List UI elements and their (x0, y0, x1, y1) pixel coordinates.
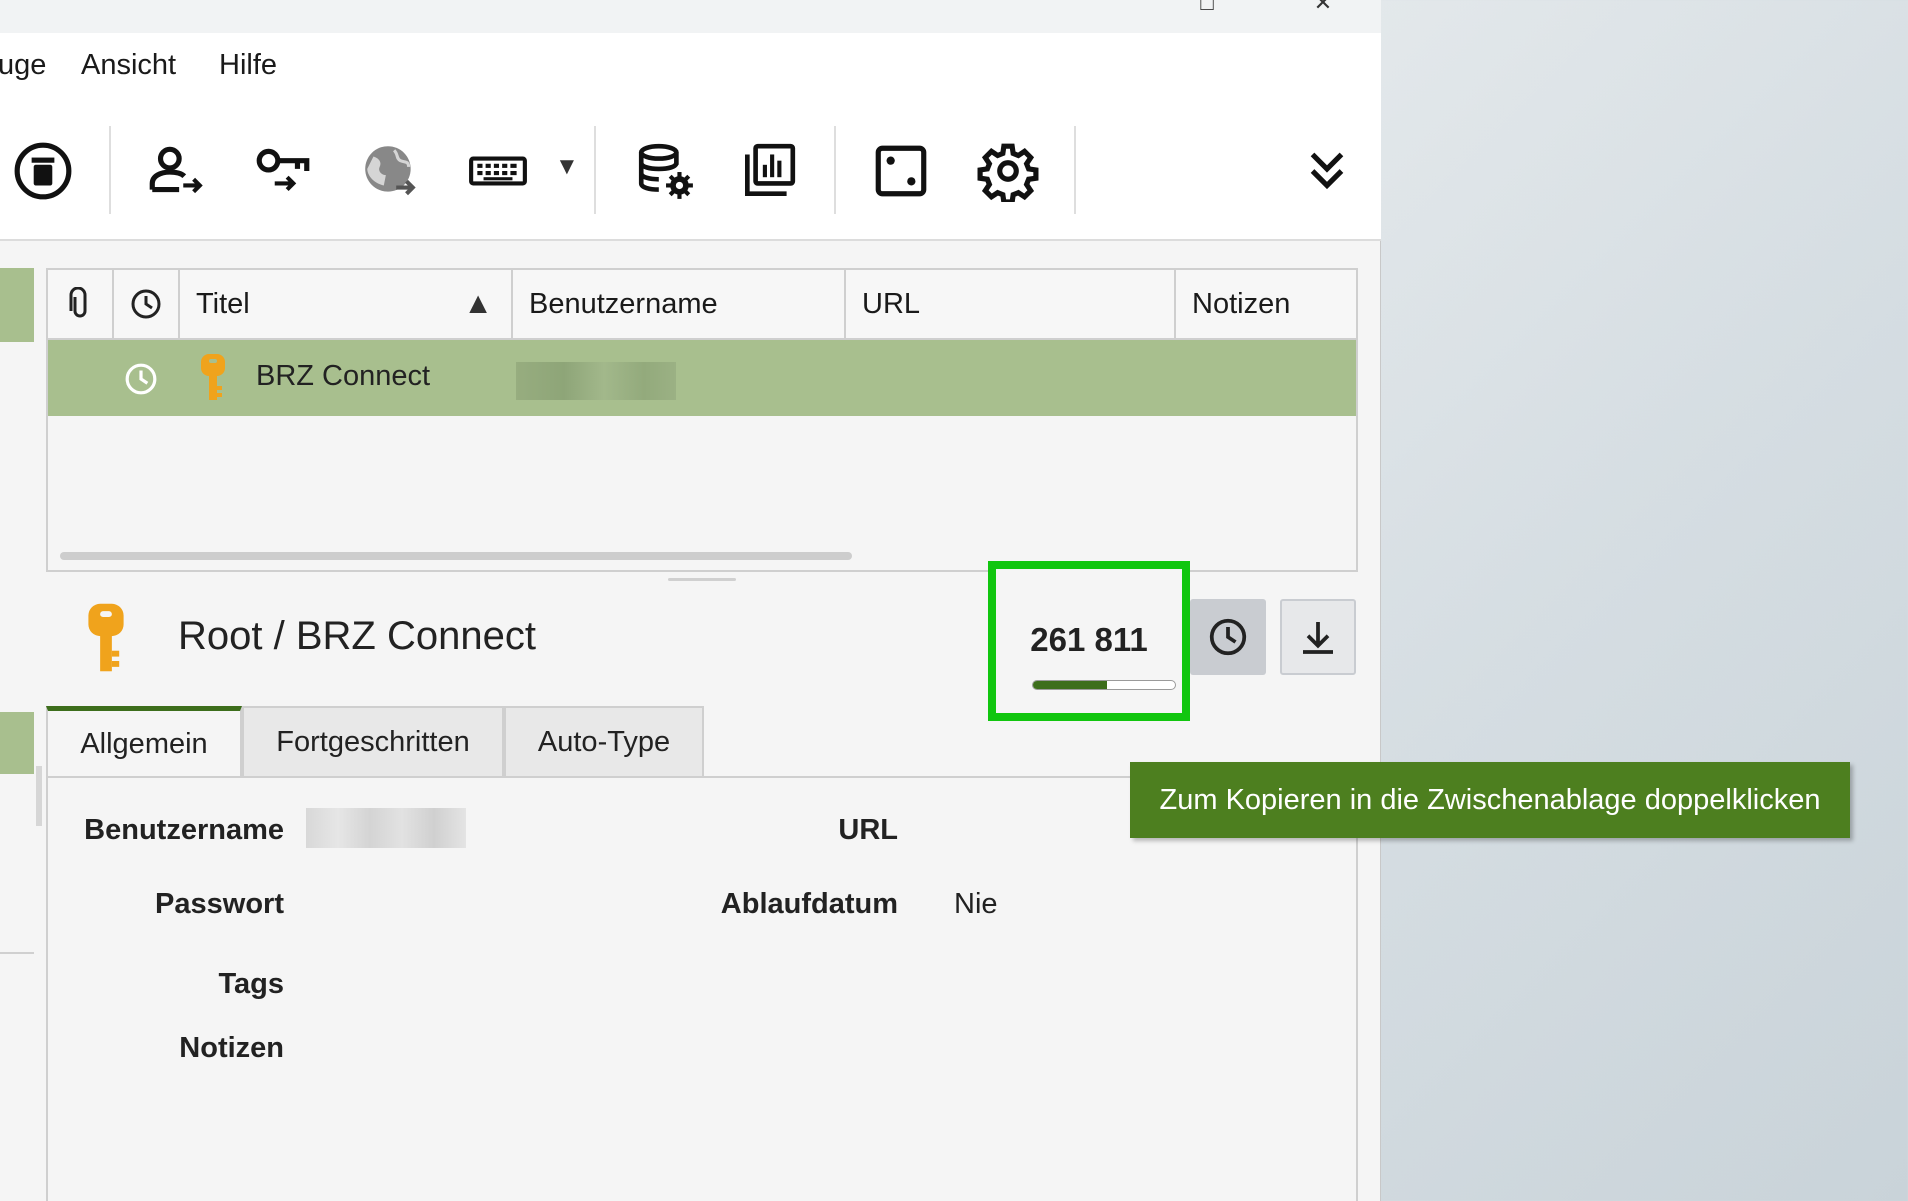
user-arrow-icon (149, 146, 203, 194)
table-header: Titel ▲ Benutzername URL Notizen (48, 270, 1356, 340)
settings-button[interactable] (973, 131, 1043, 211)
toolbar-separator (594, 126, 596, 214)
totp-display[interactable]: 261 811 (988, 561, 1190, 721)
dice-icon (875, 145, 927, 197)
trash-circle-icon (14, 142, 72, 200)
database-gear-icon (638, 143, 693, 199)
url-label: URL (838, 814, 898, 846)
maximize-button[interactable]: □ (1192, 0, 1222, 15)
download-icon (1303, 622, 1333, 654)
expiry-label: Ablaufdatum (720, 888, 898, 920)
close-button[interactable]: ✕ (1308, 0, 1338, 15)
side-panel-scrollbar[interactable] (36, 766, 42, 826)
expiry-value: Nie (954, 888, 998, 920)
totp-code[interactable]: 261 811 (996, 621, 1182, 659)
copy-username-button[interactable] (140, 131, 210, 211)
download-attachment-button[interactable] (1280, 599, 1356, 675)
column-username[interactable]: Benutzername (513, 270, 846, 338)
column-notes-label: Notizen (1192, 287, 1291, 320)
entry-history-button[interactable] (1190, 599, 1266, 675)
chart-report-icon (745, 143, 796, 197)
username-value-redacted[interactable] (306, 808, 466, 848)
column-url-label: URL (862, 287, 921, 320)
tags-label: Tags (218, 968, 284, 1000)
tab-general[interactable]: Allgemein (46, 706, 242, 778)
reports-button[interactable] (733, 131, 803, 211)
autotype-button[interactable] (463, 131, 533, 211)
toolbar-separator (834, 126, 836, 214)
entry-username-redacted (516, 362, 676, 400)
password-label: Passwort (155, 888, 284, 920)
delete-entry-button[interactable] (8, 131, 78, 211)
tab-advanced[interactable]: Fortgeschritten (242, 706, 504, 778)
clock-icon (125, 363, 157, 395)
group-tree-selected-strip[interactable] (0, 268, 34, 342)
column-notes[interactable]: Notizen (1176, 270, 1356, 338)
horizontal-scrollbar[interactable] (60, 552, 852, 560)
open-url-button[interactable] (355, 131, 425, 211)
notes-label: Notizen (179, 1032, 284, 1064)
column-expiry[interactable] (114, 270, 180, 338)
key-icon (201, 354, 225, 400)
copy-password-button[interactable] (248, 131, 318, 211)
menu-bar: uge Ansicht Hilfe (0, 33, 1381, 101)
clock-icon (1209, 618, 1247, 656)
paperclip-icon (69, 287, 87, 318)
database-settings-button[interactable] (630, 131, 700, 211)
copy-tooltip: Zum Kopieren in die Zwischenablage doppe… (1130, 762, 1850, 838)
clock-icon (131, 289, 161, 319)
toolbar-overflow-button[interactable] (1292, 131, 1362, 211)
keepassxc-window: □ ✕ uge Ansicht Hilfe ▼ Titel ▲ Benutzer… (0, 0, 1381, 1201)
menu-tools[interactable]: uge (0, 49, 46, 82)
gear-icon (977, 143, 1039, 202)
tab-autotype[interactable]: Auto-Type (504, 706, 704, 778)
totp-progress-fill (1033, 681, 1107, 689)
menu-help[interactable]: Hilfe (219, 49, 277, 82)
key-arrow-icon (256, 148, 310, 192)
tag-list-selected-strip[interactable] (0, 712, 34, 774)
entry-title: BRZ Connect (256, 360, 431, 392)
key-icon (88, 603, 124, 672)
username-label: Benutzername (84, 814, 284, 846)
column-title[interactable]: Titel ▲ (180, 270, 513, 338)
toolbar-separator (109, 126, 111, 214)
entry-detail-title: Root / BRZ Connect (178, 614, 536, 658)
title-bar: □ ✕ (0, 0, 1381, 33)
column-username-label: Benutzername (529, 287, 718, 320)
autotype-dropdown-arrow[interactable]: ▼ (555, 153, 579, 181)
double-chevron-down-icon (1310, 152, 1344, 190)
side-panel-divider (0, 952, 34, 954)
toolbar-separator (1074, 126, 1076, 214)
password-generator-button[interactable] (866, 131, 936, 211)
toolbar: ▼ (0, 101, 1381, 241)
general-tab-panel: Benutzername Passwort Tags Notizen URL A… (46, 776, 1358, 1201)
totp-progress-bar (1032, 680, 1176, 690)
column-url[interactable]: URL (846, 270, 1176, 338)
menu-view[interactable]: Ansicht (81, 49, 176, 82)
column-title-label: Titel (196, 287, 250, 320)
keyboard-icon (469, 156, 527, 186)
sort-ascending-icon: ▲ (463, 287, 493, 320)
globe-arrow-icon (365, 146, 416, 196)
column-attachment[interactable] (48, 270, 114, 338)
entry-table: Titel ▲ Benutzername URL Notizen BRZ Con… (46, 268, 1358, 572)
splitter-handle[interactable] (668, 578, 736, 581)
table-row[interactable]: BRZ Connect (48, 340, 1356, 416)
